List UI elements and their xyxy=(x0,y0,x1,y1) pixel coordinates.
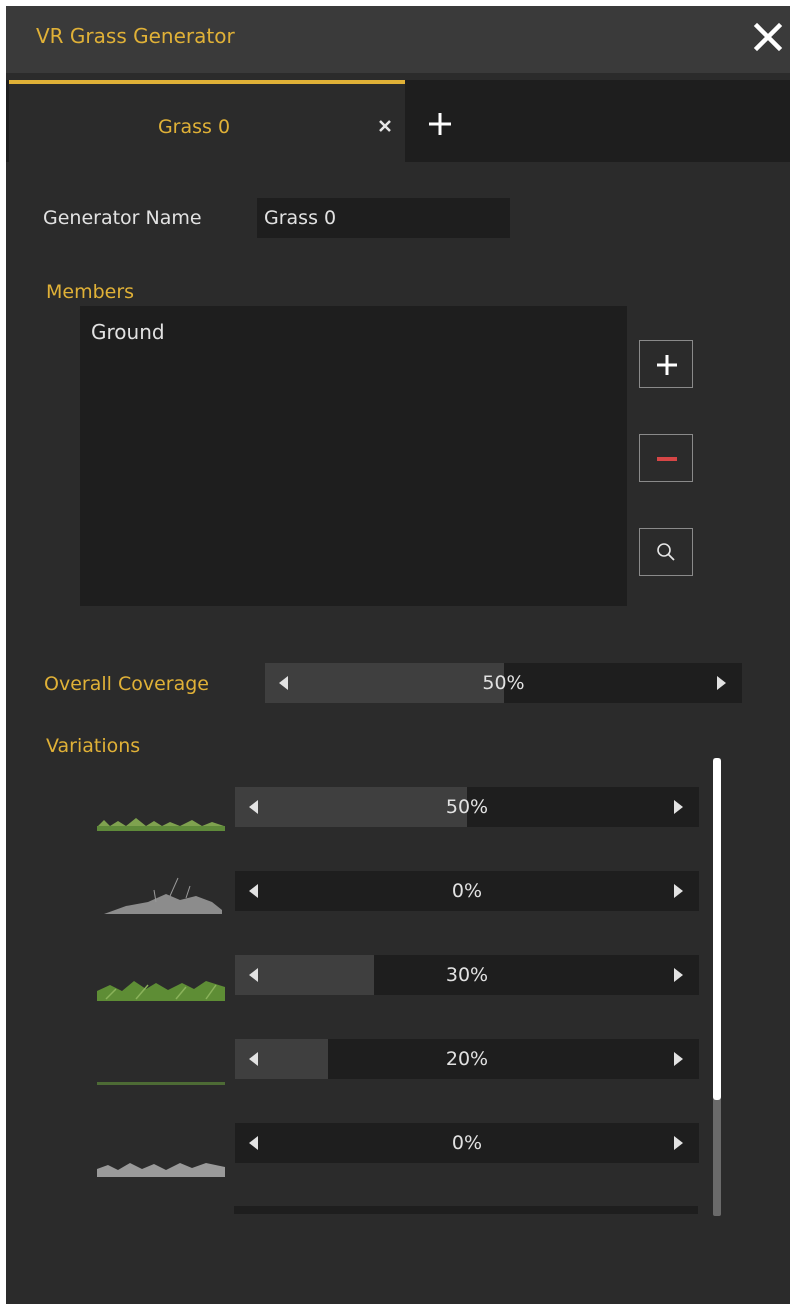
add-tab-icon[interactable] xyxy=(422,106,458,142)
increment-arrow-icon[interactable] xyxy=(717,676,726,690)
generator-name-field[interactable] xyxy=(257,198,510,238)
members-label: Members xyxy=(46,281,135,303)
add-member-button[interactable] xyxy=(639,340,693,388)
slider-value: 50% xyxy=(445,796,489,818)
increment-arrow-icon[interactable] xyxy=(674,800,683,814)
minus-icon xyxy=(657,457,677,461)
window-title: VR Grass Generator xyxy=(36,24,235,48)
plus-icon xyxy=(657,355,677,375)
horizontal-scrollbar[interactable] xyxy=(234,1206,698,1214)
generator-name-label: Generator Name xyxy=(43,207,202,229)
overall-coverage-slider[interactable]: 50% xyxy=(265,663,742,703)
increment-arrow-icon[interactable] xyxy=(674,1052,683,1066)
vertical-scrollbar[interactable] xyxy=(713,758,721,1216)
variation-slider[interactable]: 50% xyxy=(235,787,699,827)
close-icon[interactable] xyxy=(752,18,784,54)
grass-thin-thumbnail xyxy=(97,1082,225,1085)
tab-strip: Grass 0 xyxy=(6,80,790,162)
slider-value: 20% xyxy=(445,1048,489,1070)
slider-value: 0% xyxy=(451,880,483,902)
title-bar: VR Grass Generator xyxy=(6,6,790,73)
scrollbar-thumb[interactable] xyxy=(713,758,721,1100)
variation-slider[interactable]: 0% xyxy=(235,871,699,911)
variation-slider[interactable]: 30% xyxy=(235,955,699,995)
list-item[interactable]: Ground xyxy=(91,320,165,344)
slider-value: 50% xyxy=(482,672,525,694)
members-list[interactable]: Ground xyxy=(80,306,627,606)
slider-value: 0% xyxy=(451,1132,483,1154)
tab-grass-0[interactable]: Grass 0 xyxy=(9,80,405,162)
variation-slider[interactable]: 0% xyxy=(235,1123,699,1163)
grass-light-thumbnail xyxy=(97,818,225,831)
pick-member-button[interactable] xyxy=(639,528,693,576)
remove-member-button[interactable] xyxy=(639,434,693,482)
variation-slider[interactable]: 20% xyxy=(235,1039,699,1079)
variations-label: Variations xyxy=(46,735,141,757)
increment-arrow-icon[interactable] xyxy=(674,1136,683,1150)
tab-label: Grass 0 xyxy=(157,116,231,138)
slider-value: 30% xyxy=(445,964,489,986)
search-icon xyxy=(657,543,675,561)
overall-coverage-label: Overall Coverage xyxy=(44,673,209,695)
increment-arrow-icon[interactable] xyxy=(674,884,683,898)
grass-generator-panel: VR Grass Generator Grass 0 Generator Nam… xyxy=(6,6,790,1304)
tab-close-icon[interactable] xyxy=(373,114,397,138)
grass-lush-thumbnail xyxy=(97,981,225,1001)
grass-pale-thumbnail xyxy=(97,1163,225,1177)
increment-arrow-icon[interactable] xyxy=(674,968,683,982)
grass-dry-thumbnail xyxy=(104,877,222,914)
